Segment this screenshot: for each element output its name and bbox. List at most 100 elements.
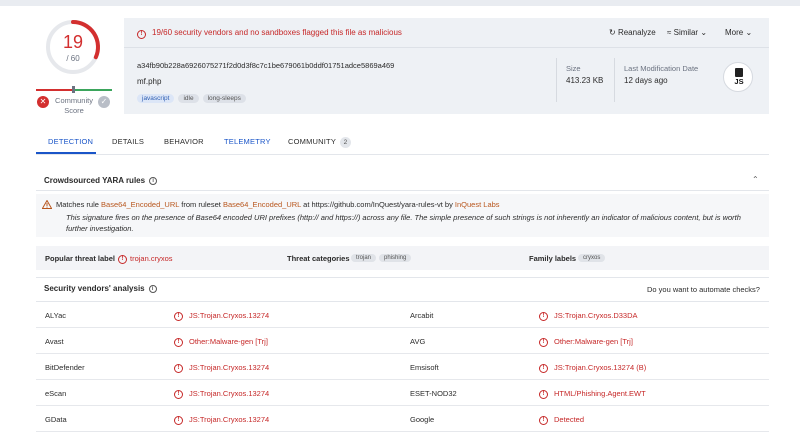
tag-long-sleeps[interactable]: long-sleeps [202, 94, 246, 103]
tag-idle[interactable]: idle [178, 94, 199, 103]
last-modification-value: 12 days ago [624, 76, 668, 85]
chevron-up-icon[interactable]: ⌃ [752, 175, 759, 184]
tab-community-label: COMMUNITY [288, 137, 337, 146]
vendor-results-table: ALYac ! JS:Trojan.Cryxos.13274 Arcabit !… [36, 301, 769, 437]
vote-harmless-icon[interactable]: ✓ [98, 96, 110, 108]
info-icon: i [148, 285, 157, 293]
category-phishing[interactable]: phishing [379, 254, 412, 262]
vendor-name: Avast [45, 337, 64, 346]
file-hash[interactable]: a34fb90b228a6926075271f2d0d3f8c7c1be6790… [137, 61, 394, 70]
family-labels-label: Family labels [529, 254, 577, 263]
file-type-label: JS [734, 77, 744, 86]
table-row: GData ! JS:Trojan.Cryxos.13274 Google ! … [36, 406, 769, 432]
category-trojan[interactable]: trojan [351, 254, 377, 262]
family-cryxos[interactable]: cryxos [578, 254, 606, 262]
tabs-divider [36, 154, 769, 155]
tab-behavior[interactable]: BEHAVIOR [164, 137, 204, 146]
file-name: mf.php [137, 77, 162, 86]
alert-text: 19/60 security vendors and no sandboxes … [152, 28, 402, 37]
vendor-name: Arcabit [410, 311, 434, 320]
yara-ruleset-link[interactable]: Base64_Encoded_URL [223, 200, 301, 209]
detection-icon: ! [174, 388, 183, 399]
vendor-result: JS:Trojan.Cryxos.D33DA [554, 311, 638, 320]
vote-malicious-icon[interactable]: ✕ [37, 96, 49, 108]
yara-from-text: from ruleset [181, 200, 221, 209]
detection-icon: ! [174, 310, 183, 321]
vendor-name: Google [410, 415, 435, 424]
vendor-result: JS:Trojan.Cryxos.13274 [189, 311, 270, 320]
yara-title: Crowdsourced YARA rules i [44, 176, 158, 185]
score-detected: 19 [62, 32, 84, 52]
threat-labels-bar: Popular threat label ! trojan.cryxos Thr… [36, 246, 769, 270]
community-score-marker [72, 86, 75, 93]
community-label-line2: Score [64, 106, 84, 115]
chevron-down-icon: ⌄ [745, 28, 753, 37]
detection-icon: ! [539, 310, 548, 321]
detection-icon: ! [539, 414, 548, 425]
table-row: BitDefender ! JS:Trojan.Cryxos.13274 Ems… [36, 354, 769, 380]
table-row: Avast ! Other:Malware-gen [Trj] AVG ! Ot… [36, 328, 769, 354]
yara-author-link[interactable]: InQuest Labs [455, 200, 500, 209]
more-button[interactable]: More ⌄ [725, 28, 752, 37]
yara-description: This signature fires on the presence of … [66, 213, 741, 233]
vendor-name: eScan [45, 389, 67, 398]
detection-icon: ! [539, 336, 548, 347]
vendor-name: BitDefender [45, 363, 85, 372]
community-score-bar [36, 86, 112, 93]
detection-icon: ! [174, 414, 183, 425]
table-row: eScan ! JS:Trojan.Cryxos.13274 ESET-NOD3… [36, 380, 769, 406]
yara-source-text: at https://github.com/InQuest/yara-rules… [303, 200, 453, 209]
score-total: / 60 [66, 54, 80, 63]
tab-detection[interactable]: DETECTION [48, 137, 93, 146]
reanalyze-button[interactable]: ↻ Reanalyze [609, 28, 656, 37]
detection-icon: ! [174, 362, 183, 373]
vendor-result: JS:Trojan.Cryxos.13274 [189, 363, 270, 372]
vendor-result: Other:Malware-gen [Trj] [554, 337, 633, 346]
vendor-name: AVG [410, 337, 426, 346]
vendor-result: JS:Trojan.Cryxos.13274 (B) [554, 363, 647, 372]
yara-rule-prefix: Matches rule [56, 200, 99, 209]
similar-icon: ≈ [667, 28, 672, 37]
vendor-name: GData [45, 415, 67, 424]
yara-rule-link[interactable]: Base64_Encoded_URL [101, 200, 179, 209]
tab-telemetry[interactable]: TELEMETRY [224, 137, 271, 146]
alert-icon: ! [137, 28, 146, 39]
meta-divider [556, 58, 557, 102]
tab-details[interactable]: DETAILS [112, 137, 144, 146]
vendor-result: JS:Trojan.Cryxos.13274 [189, 415, 270, 424]
vendor-result: Detected [554, 415, 585, 424]
vendor-name: ALYac [45, 311, 66, 320]
tag-javascript[interactable]: javascript [137, 94, 175, 103]
warning-icon [41, 199, 53, 211]
threat-icon: ! [118, 253, 127, 264]
file-summary-card: ! 19/60 security vendors and no sandboxe… [124, 18, 769, 114]
file-type-icon: JS [723, 62, 753, 92]
similar-button[interactable]: ≈ Similar ⌄ [667, 28, 707, 37]
yara-title-text: Crowdsourced YARA rules [44, 176, 146, 185]
tab-community[interactable]: COMMUNITY 2 [288, 137, 352, 148]
file-tags: javascript idle long-sleeps [137, 94, 246, 103]
popular-threat-value[interactable]: trojan.cryxos [130, 254, 173, 263]
reanalyze-label: Reanalyze [617, 28, 656, 37]
vendor-result: Other:Malware-gen [Trj] [189, 337, 268, 346]
community-score-label: Community Score [50, 96, 98, 116]
size-label: Size [566, 64, 581, 73]
chevron-down-icon: ⌄ [700, 28, 708, 37]
vendors-title: Security vendors' analysis i [44, 284, 157, 293]
info-icon: i [149, 177, 158, 185]
yara-rule-line: Matches rule Base64_Encoded_URL from rul… [56, 200, 500, 209]
meta-divider [614, 58, 615, 102]
similar-label: Similar [673, 28, 699, 37]
vendors-title-text: Security vendors' analysis [44, 284, 145, 293]
community-count-badge: 2 [340, 137, 352, 148]
vendor-result: JS:Trojan.Cryxos.13274 [189, 389, 270, 398]
table-row: ALYac ! JS:Trojan.Cryxos.13274 Arcabit !… [36, 302, 769, 328]
community-label-line1: Community [55, 96, 93, 105]
detection-icon: ! [539, 362, 548, 373]
detection-score: 19 / 60 [44, 18, 102, 76]
vendor-name: ESET-NOD32 [410, 389, 457, 398]
last-modification-label: Last Modification Date [624, 64, 699, 73]
yara-rule-match: Matches rule Base64_Encoded_URL from rul… [36, 194, 769, 237]
section-divider [36, 277, 769, 278]
automate-checks-link[interactable]: Do you want to automate checks? [647, 285, 760, 294]
